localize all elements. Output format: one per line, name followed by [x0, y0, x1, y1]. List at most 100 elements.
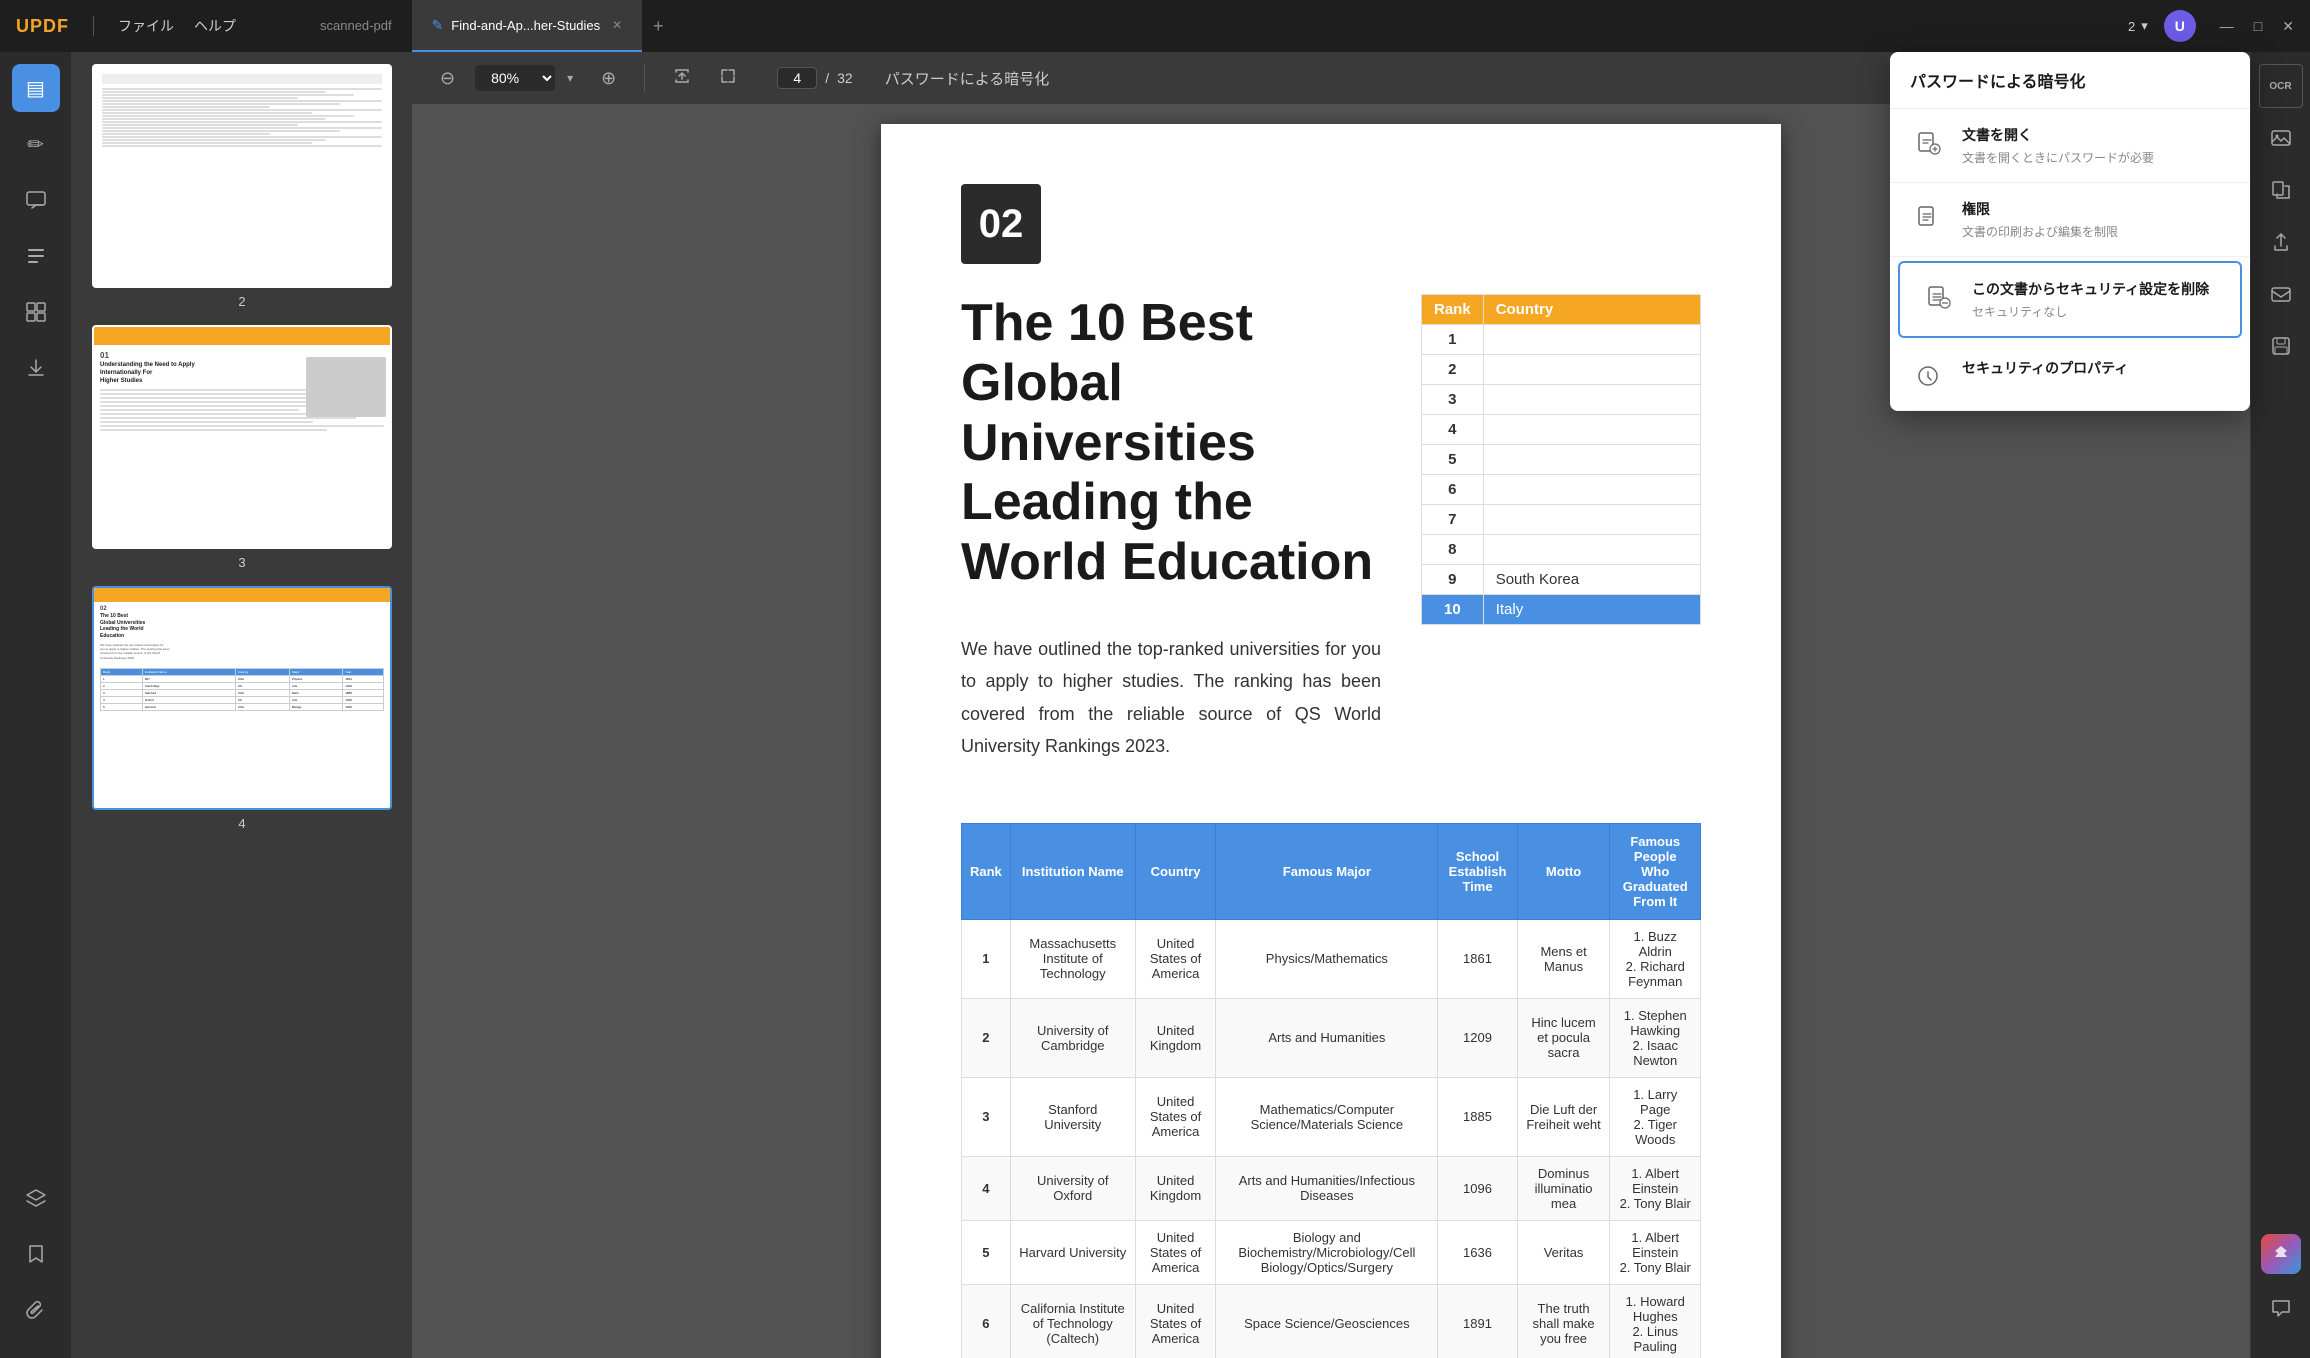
- thumbnail-page-4[interactable]: 02 The 10 BestGlobal UniversitiesLeading…: [84, 586, 400, 831]
- page-separator: /: [825, 70, 829, 86]
- cell-rank: 1: [962, 919, 1011, 998]
- chevron-down-icon[interactable]: ▾: [2141, 18, 2148, 34]
- col-institution: Institution Name: [1010, 823, 1135, 919]
- main-data-table-wrapper: Rank Institution Name Country Famous Maj…: [961, 803, 1701, 1358]
- cell-year: 1891: [1438, 1284, 1517, 1358]
- cell-major: Biology and Biochemistry/Microbiology/Ce…: [1216, 1220, 1438, 1284]
- zoom-select[interactable]: 80% 100% 125% 150%: [475, 65, 555, 91]
- thumbnail-img-4: 02 The 10 BestGlobal UniversitiesLeading…: [92, 586, 392, 810]
- rank-table-header: Rank Country: [1422, 295, 1701, 325]
- sidebar-right-ocr[interactable]: OCR: [2259, 64, 2303, 108]
- fit-height-button[interactable]: [665, 63, 699, 94]
- zoom-in-button[interactable]: ⊕: [593, 64, 624, 93]
- cell-institution: California Institute of Technology (Calt…: [1010, 1284, 1135, 1358]
- cell-country: United Kingdom: [1135, 998, 1216, 1077]
- window-controls: — □ ✕: [2220, 18, 2294, 35]
- thumbnail-img-2: [92, 64, 392, 288]
- cell-major: Physics/Mathematics: [1216, 919, 1438, 998]
- sidebar-right-export[interactable]: [2259, 168, 2303, 212]
- sidebar-icon-layers[interactable]: [12, 1174, 60, 1222]
- titlebar-menu: ファイル ヘルプ: [118, 16, 236, 36]
- thumbnail-page-3[interactable]: 01 Understanding the Need to ApplyIntern…: [84, 325, 400, 570]
- cell-year: 1636: [1438, 1220, 1517, 1284]
- sidebar-right-image[interactable]: [2259, 116, 2303, 160]
- thumbnail-page-2[interactable]: 2: [84, 64, 400, 309]
- sidebar-icon-comment[interactable]: [12, 176, 60, 224]
- cell-people: 1. Larry Page 2. Tiger Woods: [1610, 1077, 1701, 1156]
- sidebar-right-save[interactable]: [2259, 324, 2303, 368]
- cell-motto: Veritas: [1517, 1220, 1610, 1284]
- chevron-down-zoom-icon[interactable]: ▾: [559, 67, 581, 89]
- security-item-open-document[interactable]: 文書を開く 文書を開くときにパスワードが必要: [1890, 109, 2250, 183]
- cell-institution: Stanford University: [1010, 1077, 1135, 1156]
- cell-year: 1096: [1438, 1156, 1517, 1220]
- sidebar-icon-edit[interactable]: ✏: [12, 120, 60, 168]
- remove-security-desc: セキュリティなし: [1972, 303, 2220, 320]
- col-country: Country: [1135, 823, 1216, 919]
- remove-security-title: この文書からセキュリティ設定を削除: [1972, 279, 2220, 299]
- sidebar-icon-form[interactable]: [12, 232, 60, 280]
- brand-logo: [2261, 1234, 2301, 1274]
- main-data-table: Rank Institution Name Country Famous Maj…: [961, 823, 1701, 1358]
- security-item-properties[interactable]: セキュリティのプロパティ: [1890, 342, 2250, 411]
- minimize-icon[interactable]: —: [2220, 18, 2234, 35]
- user-avatar[interactable]: U: [2164, 10, 2196, 42]
- rank-row-5: 5: [1422, 445, 1701, 475]
- cell-motto: Mens et Manus: [1517, 919, 1610, 998]
- cell-institution: University of Cambridge: [1010, 998, 1135, 1077]
- cell-country: United Kingdom: [1135, 1156, 1216, 1220]
- cell-motto: Dominus illuminatio mea: [1517, 1156, 1610, 1220]
- tab-add-button[interactable]: +: [642, 10, 674, 42]
- cell-rank: 4: [962, 1156, 1011, 1220]
- cell-country: United States of America: [1135, 919, 1216, 998]
- cell-people: 1. Albert Einstein 2. Tony Blair: [1610, 1156, 1701, 1220]
- sidebar-right-share[interactable]: [2259, 220, 2303, 264]
- tab-scanned-pdf[interactable]: scanned-pdf: [300, 0, 412, 52]
- app-logo: UPDF: [16, 16, 69, 37]
- cell-rank: 3: [962, 1077, 1011, 1156]
- sidebar-icon-reader[interactable]: ▤: [12, 64, 60, 112]
- zoom-out-button[interactable]: ⊖: [432, 64, 463, 93]
- sidebar-right-email[interactable]: [2259, 272, 2303, 316]
- tab-close-icon[interactable]: ✕: [612, 18, 622, 32]
- tab-find-apply[interactable]: ✎ Find-and-Ap...her-Studies ✕: [412, 0, 643, 52]
- sidebar-icon-bookmark[interactable]: [12, 1230, 60, 1278]
- fit-page-button[interactable]: [711, 63, 745, 94]
- security-dropdown: パスワードによる暗号化 文書を開く 文書を開くときにパスワードが必要 権限 文書…: [1890, 52, 2250, 411]
- sidebar-right-chat[interactable]: [2259, 1286, 2303, 1330]
- right-sidebar: OCR: [2250, 52, 2310, 1358]
- page-count-display: 2 ▾: [2128, 18, 2148, 34]
- sidebar-icon-convert[interactable]: [12, 344, 60, 392]
- encrypt-button[interactable]: パスワードによる暗号化: [885, 68, 1050, 89]
- permissions-desc: 文書の印刷および編集を制限: [1962, 223, 2230, 240]
- table-row: 1Massachusetts Institute of TechnologyUn…: [962, 919, 1701, 998]
- titlebar-divider: [93, 16, 94, 36]
- col-major: Famous Major: [1216, 823, 1438, 919]
- current-page-input[interactable]: [777, 67, 817, 89]
- maximize-icon[interactable]: □: [2254, 18, 2262, 35]
- security-properties-icon: [1910, 358, 1946, 394]
- rank-row-10: 10Italy: [1422, 595, 1701, 625]
- main-layout: ▤ ✏: [0, 52, 2310, 1358]
- menu-help[interactable]: ヘルプ: [194, 16, 236, 36]
- security-item-permissions[interactable]: 権限 文書の印刷および編集を制限: [1890, 183, 2250, 257]
- page-number-box: 02: [961, 184, 1041, 264]
- menu-file[interactable]: ファイル: [118, 16, 174, 36]
- cell-country: United States of America: [1135, 1220, 1216, 1284]
- open-document-title: 文書を開く: [1962, 125, 2230, 145]
- rank-row-8: 8: [1422, 535, 1701, 565]
- rank-row-7: 7: [1422, 505, 1701, 535]
- sidebar-icon-organize[interactable]: [12, 288, 60, 336]
- tab-find-apply-label: Find-and-Ap...her-Studies: [451, 18, 600, 33]
- page-description: We have outlined the top-ranked universi…: [961, 633, 1381, 763]
- security-item-remove-security[interactable]: この文書からセキュリティ設定を削除 セキュリティなし: [1898, 261, 2242, 338]
- cell-major: Space Science/Geosciences: [1216, 1284, 1438, 1358]
- col-people: Famous People WhoGraduated From It: [1610, 823, 1701, 919]
- col-year: SchoolEstablish Time: [1438, 823, 1517, 919]
- toolbar-divider: [644, 64, 645, 92]
- close-icon[interactable]: ✕: [2282, 18, 2294, 35]
- col-rank: Rank: [962, 823, 1011, 919]
- cell-motto: Die Luft der Freiheit weht: [1517, 1077, 1610, 1156]
- sidebar-icon-attach[interactable]: [12, 1286, 60, 1334]
- table-row: 6California Institute of Technology (Cal…: [962, 1284, 1701, 1358]
